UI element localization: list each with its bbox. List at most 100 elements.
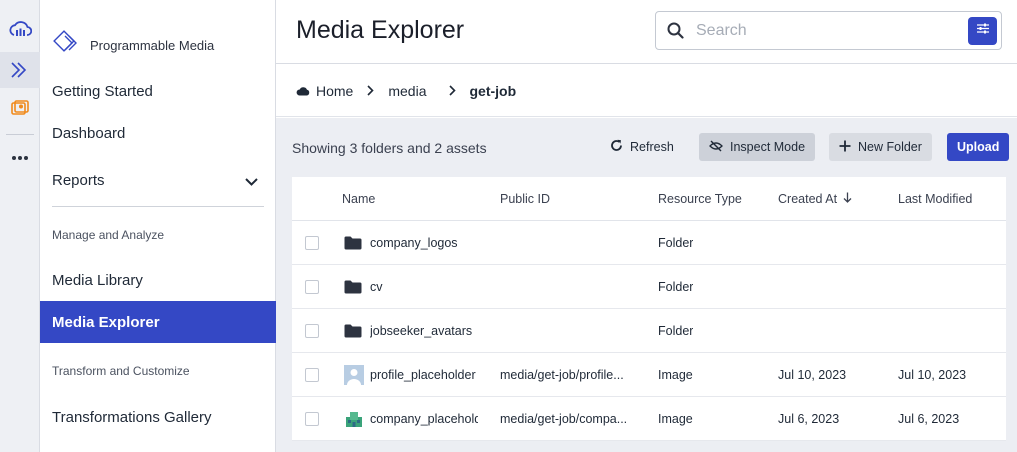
table-body: company_logos Folder cv Folder jobseeker…	[292, 221, 1006, 441]
cell-last-modified: Jul 10, 2023	[898, 368, 967, 382]
results-summary: Showing 3 folders and 2 assets	[292, 140, 487, 156]
breadcrumb-label: get-job	[469, 82, 517, 99]
folder-icon	[344, 324, 362, 343]
sidebar-item-label: Media Library	[52, 271, 143, 289]
table-row[interactable]: profile_placeholder media/get-job/profil…	[292, 353, 1006, 397]
sidebar-divider	[52, 206, 264, 207]
sidebar: Programmable Media Getting Started Dashb…	[40, 0, 276, 452]
column-last-modified[interactable]: Last Modified	[898, 192, 972, 206]
rail-divider	[6, 134, 34, 135]
icon-rail	[0, 0, 40, 452]
table-row[interactable]: company_logos Folder	[292, 221, 1006, 265]
cell-last-modified: Jul 6, 2023	[898, 412, 960, 426]
section-transform-and-customize: Transform and Customize	[52, 364, 190, 378]
cell-name[interactable]: company_placeholder	[370, 412, 478, 426]
column-label: Last Modified	[898, 192, 973, 206]
cell-resource-type: Image	[658, 368, 693, 382]
cell-public-id: media/get-job/profile...	[500, 368, 624, 382]
cell-name[interactable]: company_logos	[370, 236, 478, 250]
folder-icon	[344, 280, 362, 299]
row-checkbox[interactable]	[305, 368, 319, 382]
search-box[interactable]	[655, 11, 1002, 50]
new-folder-button[interactable]: New Folder	[829, 133, 932, 161]
search-filters-button[interactable]	[968, 17, 997, 45]
sliders-icon	[976, 22, 990, 40]
page-header: Media Explorer	[276, 0, 1017, 64]
column-name[interactable]: Name	[342, 192, 375, 206]
cell-name[interactable]: jobseeker_avatars	[370, 324, 478, 338]
refresh-button[interactable]: Refresh	[600, 133, 684, 161]
refresh-icon	[610, 139, 623, 155]
table-row[interactable]: company_placeholder media/get-job/compa.…	[292, 397, 1006, 441]
sort-arrow-down-icon	[843, 192, 852, 206]
sidebar-item-label: Media Explorer	[52, 313, 160, 331]
row-checkbox[interactable]	[305, 412, 319, 426]
inspect-mode-label: Inspect Mode	[730, 140, 806, 154]
chevron-right-icon	[448, 83, 456, 99]
breadcrumb-label: media	[388, 82, 427, 99]
person-thumbnail-icon	[344, 365, 364, 390]
programmable-media-icon[interactable]	[0, 52, 40, 88]
sidebar-item-label: Reports	[52, 171, 105, 189]
table-header: Name Public ID Resource Type Created At …	[292, 177, 1006, 221]
sidebar-item-media-explorer[interactable]: Media Explorer	[40, 301, 276, 343]
assets-table: Name Public ID Resource Type Created At …	[292, 177, 1006, 441]
table-row[interactable]: jobseeker_avatars Folder	[292, 309, 1006, 353]
new-folder-label: New Folder	[858, 140, 922, 154]
search-icon	[667, 22, 684, 44]
sidebar-brand: Programmable Media	[52, 30, 214, 61]
cell-resource-type: Folder	[658, 324, 694, 338]
cell-public-id: media/get-job/compa...	[500, 412, 628, 426]
column-label: Resource Type	[658, 192, 742, 206]
sidebar-item-label: Dashboard	[52, 124, 126, 142]
sidebar-item-media-library[interactable]: Media Library	[40, 259, 276, 301]
table-row[interactable]: cv Folder	[292, 265, 1006, 309]
sidebar-item-transformations-gallery[interactable]: Transformations Gallery	[40, 396, 276, 438]
sidebar-item-label: Transformations Gallery	[52, 408, 212, 426]
main-panel: Media Explorer Home media get	[276, 0, 1017, 452]
sidebar-item-getting-started[interactable]: Getting Started	[40, 70, 276, 112]
cell-resource-type: Folder	[658, 280, 694, 294]
assets-icon[interactable]	[0, 91, 40, 127]
breadcrumb: Home media get-job	[276, 65, 1017, 117]
row-checkbox[interactable]	[305, 324, 319, 338]
plus-icon	[839, 140, 851, 155]
column-created-at[interactable]: Created At	[778, 192, 852, 206]
upload-button[interactable]: Upload	[947, 133, 1010, 161]
sidebar-item-label: Getting Started	[52, 82, 153, 100]
column-public-id[interactable]: Public ID	[500, 192, 550, 206]
inspect-mode-button[interactable]: Inspect Mode	[699, 133, 816, 161]
breadcrumb-get-job: get-job	[470, 83, 517, 99]
eye-off-icon	[709, 140, 723, 155]
column-label: Name	[342, 192, 376, 206]
cloud-icon	[296, 83, 310, 99]
cell-name[interactable]: cv	[370, 280, 478, 294]
chevron-down-icon	[245, 173, 258, 190]
breadcrumb-media[interactable]: media	[388, 83, 426, 99]
column-label: Public ID	[500, 192, 551, 206]
search-input[interactable]	[696, 20, 956, 42]
chevron-right-icon	[367, 83, 374, 99]
refresh-label: Refresh	[630, 140, 674, 154]
row-checkbox[interactable]	[305, 280, 319, 294]
cell-created-at: Jul 10, 2023	[778, 368, 847, 382]
more-icon[interactable]	[0, 140, 40, 176]
breadcrumb-home[interactable]: Home	[296, 83, 353, 99]
breadcrumb-label: Home	[316, 82, 354, 99]
cell-name[interactable]: profile_placeholder	[370, 368, 478, 382]
page-title: Media Explorer	[296, 16, 465, 44]
programmable-media-logo-icon	[52, 30, 80, 61]
cell-created-at: Jul 6, 2023	[778, 412, 840, 426]
cell-resource-type: Folder	[658, 236, 694, 250]
sidebar-item-reports[interactable]: Reports	[40, 159, 276, 201]
column-resource-type[interactable]: Resource Type	[658, 192, 742, 206]
cloudinary-logo-icon[interactable]	[0, 12, 40, 48]
brand-label: Programmable Media	[90, 38, 215, 53]
cell-resource-type: Image	[658, 412, 693, 426]
column-label: Created At	[778, 192, 838, 206]
row-checkbox[interactable]	[305, 236, 319, 250]
building-thumbnail-icon	[344, 409, 364, 434]
folder-icon	[344, 236, 362, 255]
sidebar-item-dashboard[interactable]: Dashboard	[40, 112, 276, 154]
upload-label: Upload	[957, 140, 1000, 154]
